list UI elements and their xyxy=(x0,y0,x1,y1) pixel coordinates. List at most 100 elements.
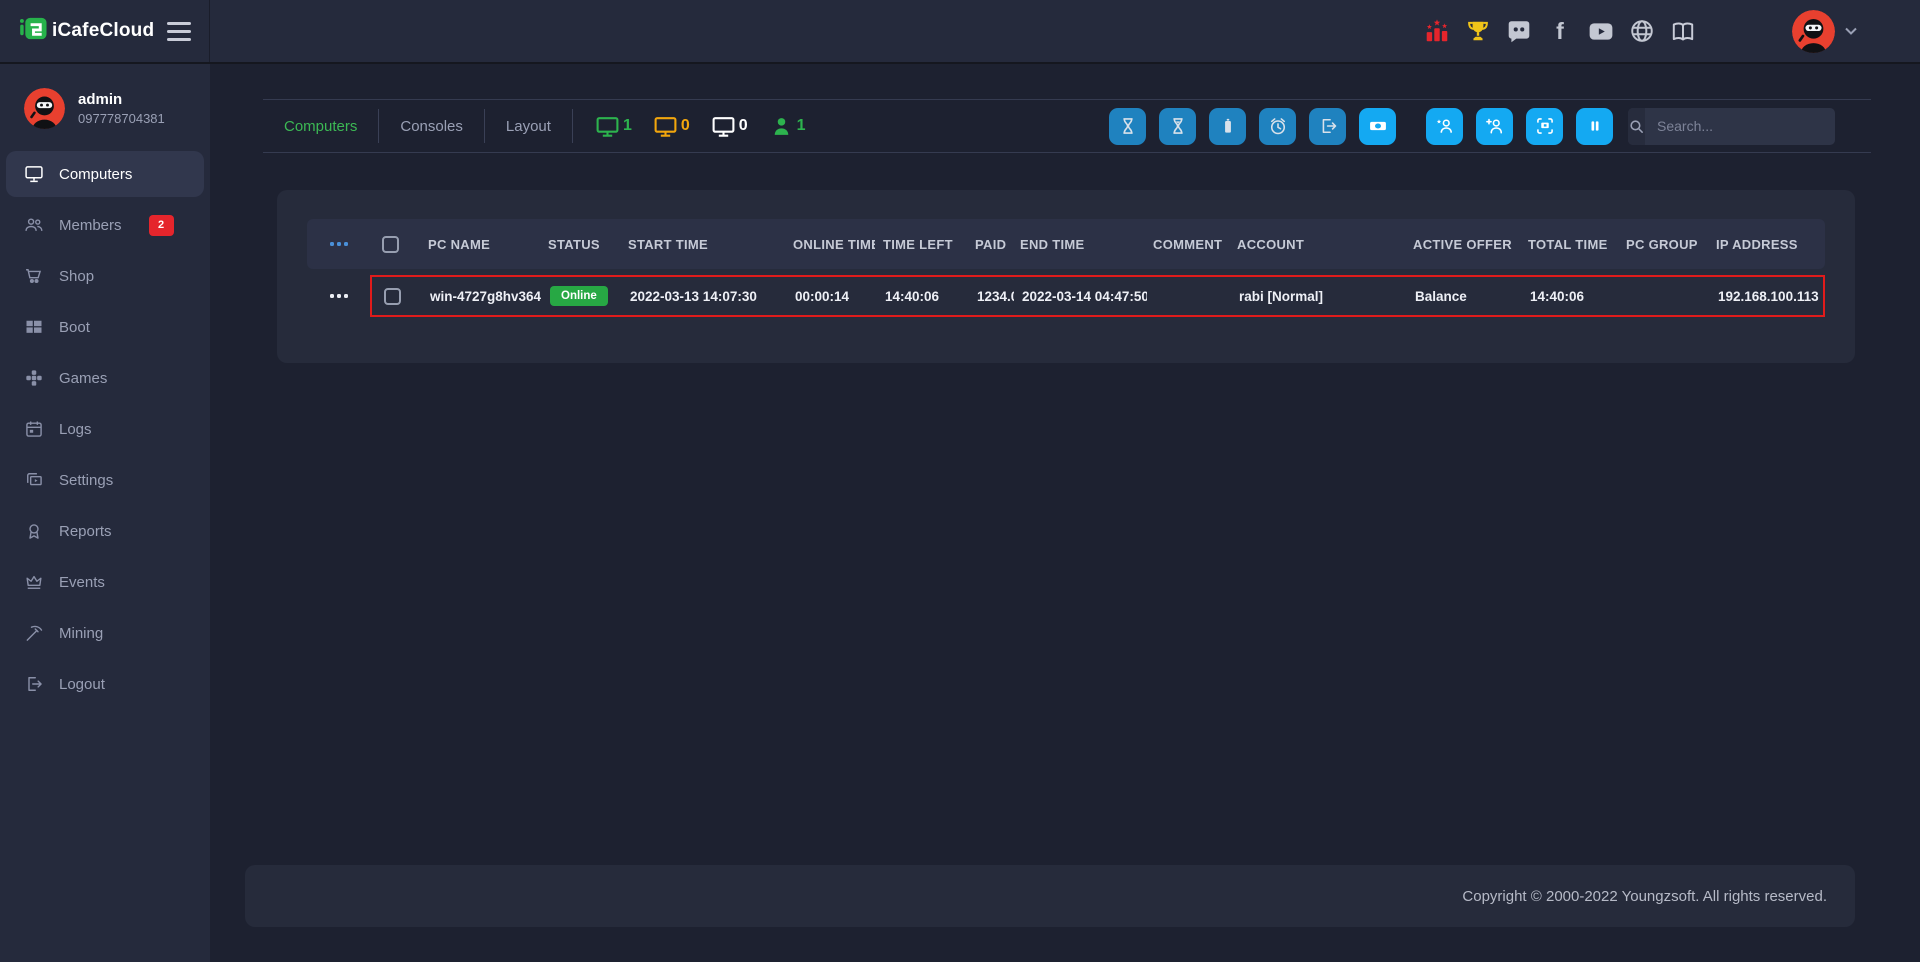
trophy-icon[interactable] xyxy=(1465,18,1491,44)
sidebar-item-events[interactable]: Events xyxy=(6,559,204,605)
globe-icon[interactable] xyxy=(1629,18,1655,44)
pause-button[interactable] xyxy=(1576,108,1613,145)
chevron-down-icon xyxy=(1844,24,1858,38)
column-header-end-time: END TIME xyxy=(1012,237,1145,252)
sidebar-item-label: Logs xyxy=(59,421,92,438)
sidebar-item-label: Mining xyxy=(59,625,103,642)
search-input[interactable] xyxy=(1645,108,1835,145)
social-links: f xyxy=(1424,18,1696,44)
topbar-actions: f xyxy=(1424,10,1920,53)
counter-offline-pcs[interactable]: 0 xyxy=(711,114,748,139)
status-counters: 1 0 0 1 xyxy=(595,114,806,139)
sidebar: admin 097778704381 Computers Members xyxy=(0,64,210,962)
sidebar-item-games[interactable]: Games xyxy=(6,355,204,401)
select-all-checkbox[interactable] xyxy=(382,236,399,253)
sidebar-item-members[interactable]: Members 2 xyxy=(6,202,204,248)
add-member-button[interactable] xyxy=(1476,108,1513,145)
sidebar-user-name: admin xyxy=(78,91,165,108)
column-header-pc-name: PC NAME xyxy=(420,237,540,252)
monitor-icon xyxy=(24,164,44,184)
row-menu-button[interactable] xyxy=(330,294,348,298)
battery-button[interactable] xyxy=(1209,108,1246,145)
topbar-brand-area: iCafeCloud xyxy=(0,0,210,62)
user-avatar xyxy=(1792,10,1835,53)
ranking-icon[interactable] xyxy=(1424,18,1450,44)
cell-total-time: 14:40:06 xyxy=(1522,289,1620,304)
members-count-badge: 2 xyxy=(149,215,174,236)
column-header-time-left: TIME LEFT xyxy=(875,237,967,252)
logout-icon xyxy=(24,674,44,694)
sidebar-item-settings[interactable]: Settings xyxy=(6,457,204,503)
medal-icon xyxy=(24,521,44,541)
tab-layout[interactable]: Layout xyxy=(485,118,572,135)
cell-paid: 1234.00 xyxy=(969,289,1014,304)
brand-logo-icon xyxy=(20,15,47,47)
battery-icon xyxy=(1218,116,1238,136)
crown-icon xyxy=(24,572,44,592)
facebook-icon[interactable]: f xyxy=(1547,18,1573,44)
sidebar-item-mining[interactable]: Mining xyxy=(6,610,204,656)
counter-online-pcs[interactable]: 1 xyxy=(595,114,632,139)
users-icon xyxy=(24,215,44,235)
tab-computers[interactable]: Computers xyxy=(263,118,378,135)
table-row: win-4727g8hv364 Online 2022-03-13 14:07:… xyxy=(307,275,1825,317)
hourglass-icon xyxy=(1118,116,1138,136)
row-checkbox[interactable] xyxy=(384,288,401,305)
app: iCafeCloud xyxy=(0,0,1920,962)
sidebar-item-label: Boot xyxy=(59,319,90,336)
hourglass-icon xyxy=(1168,116,1188,136)
counter-idle-pcs[interactable]: 0 xyxy=(653,114,690,139)
column-header-paid: PAID xyxy=(967,237,1012,252)
sidebar-item-label: Events xyxy=(59,574,105,591)
sign-out-icon xyxy=(1318,116,1338,136)
cell-pc-name: win-4727g8hv364 xyxy=(422,289,542,304)
column-header-start-time: START TIME xyxy=(620,237,785,252)
sidebar-item-shop[interactable]: Shop xyxy=(6,253,204,299)
table-header-menu[interactable] xyxy=(330,242,348,246)
add-user-plus-icon xyxy=(1485,116,1505,136)
discord-icon[interactable] xyxy=(1506,18,1532,44)
sidebar-item-boot[interactable]: Boot xyxy=(6,304,204,350)
calendar-icon xyxy=(24,419,44,439)
sidebar-item-label: Reports xyxy=(59,523,112,540)
monitor-icon xyxy=(711,114,736,139)
sidebar-item-label: Shop xyxy=(59,268,94,285)
docs-icon[interactable] xyxy=(1670,18,1696,44)
tab-separator xyxy=(572,109,573,143)
hourglass-button[interactable] xyxy=(1109,108,1146,145)
cash-button[interactable] xyxy=(1359,108,1396,145)
sidebar-item-computers[interactable]: Computers xyxy=(6,151,204,197)
hamburger-menu-button[interactable] xyxy=(167,22,191,41)
sidebar-item-reports[interactable]: Reports xyxy=(6,508,204,554)
cell-start-time: 2022-03-13 14:07:30 xyxy=(622,289,787,304)
sign-out-button[interactable] xyxy=(1309,108,1346,145)
main-content: Computers Consoles Layout 1 0 xyxy=(210,64,1920,962)
add-user-star-icon xyxy=(1435,116,1455,136)
brand-text: iCafeCloud xyxy=(52,20,154,42)
column-header-total-time: TOTAL TIME xyxy=(1520,237,1618,252)
sidebar-item-logout[interactable]: Logout xyxy=(6,661,204,707)
youtube-icon[interactable] xyxy=(1588,18,1614,44)
tab-consoles[interactable]: Consoles xyxy=(379,118,484,135)
pause-icon xyxy=(1585,116,1605,136)
topbar: iCafeCloud xyxy=(0,0,1920,64)
windows-icon xyxy=(24,317,44,337)
cell-ip-address: 192.168.100.113 xyxy=(1710,289,1823,304)
counter-active-members[interactable]: 1 xyxy=(769,114,806,139)
screen-scan-icon xyxy=(1535,116,1555,136)
add-member-star-button[interactable] xyxy=(1426,108,1463,145)
column-header-online-time: ONLINE TIME xyxy=(785,237,875,252)
sidebar-item-label: Games xyxy=(59,370,107,387)
hourglass-alt-button[interactable] xyxy=(1159,108,1196,145)
user-menu-button[interactable] xyxy=(1792,10,1858,53)
pc-row-selected[interactable]: win-4727g8hv364 Online 2022-03-13 14:07:… xyxy=(370,275,1825,317)
sidebar-user-avatar xyxy=(24,88,65,129)
sidebar-item-logs[interactable]: Logs xyxy=(6,406,204,452)
cart-icon xyxy=(24,266,44,286)
cell-account: rabi [Normal] xyxy=(1231,289,1407,304)
cell-time-left: 14:40:06 xyxy=(877,289,969,304)
alarm-clock-button[interactable] xyxy=(1259,108,1296,145)
cell-end-time: 2022-03-14 04:47:50 xyxy=(1014,289,1147,304)
cash-icon xyxy=(1368,116,1388,136)
screen-scan-button[interactable] xyxy=(1526,108,1563,145)
